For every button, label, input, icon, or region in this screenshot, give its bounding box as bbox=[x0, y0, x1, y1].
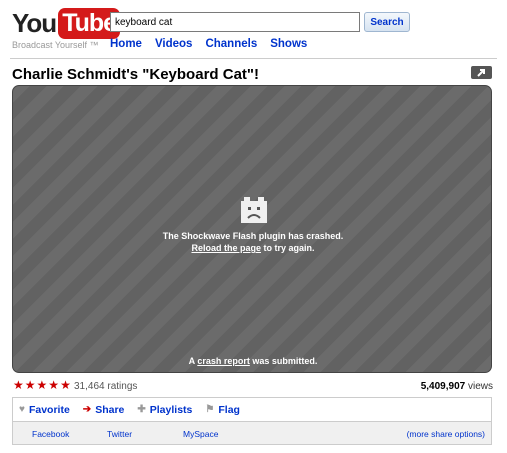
report-suffix: was submitted. bbox=[249, 356, 318, 366]
main-nav: Home Videos Channels Shows bbox=[110, 38, 307, 50]
crash-line-1: The Shockwave Flash plugin has crashed. bbox=[162, 231, 344, 241]
header-divider bbox=[10, 58, 497, 59]
share-options-row: Facebook Twitter MySpace (more share opt… bbox=[12, 421, 492, 445]
crash-message: The Shockwave Flash plugin has crashed. … bbox=[13, 230, 491, 254]
flag-button[interactable]: ⚑ Flag bbox=[205, 404, 240, 416]
sad-plugin-icon bbox=[241, 197, 267, 223]
tagline: Broadcast Yourself ™ bbox=[12, 40, 99, 50]
logo-you-text: You bbox=[12, 7, 57, 38]
star-icon[interactable]: ★ bbox=[25, 379, 36, 391]
star-icon[interactable]: ★ bbox=[37, 379, 48, 391]
views-label: views bbox=[465, 381, 493, 392]
video-title: Charlie Schmidt's "Keyboard Cat"! bbox=[12, 66, 260, 83]
nav-videos[interactable]: Videos bbox=[155, 38, 193, 50]
action-bar: ♥ Favorite ➔ Share ✚ Playlists ⚑ Flag bbox=[12, 397, 492, 421]
star-icon[interactable]: ★ bbox=[60, 379, 71, 391]
more-share-options-link[interactable]: (more share options) bbox=[407, 429, 485, 439]
crash-line-2-rest: to try again. bbox=[261, 243, 315, 253]
share-button[interactable]: ➔ Share bbox=[83, 404, 125, 416]
search-button[interactable]: Search bbox=[364, 12, 410, 32]
reload-link[interactable]: Reload the page bbox=[191, 243, 261, 253]
flag-icon: ⚑ bbox=[205, 404, 215, 415]
popout-icon[interactable] bbox=[471, 66, 492, 79]
ratings-count: 31,464 ratings bbox=[74, 381, 138, 392]
star-icon[interactable]: ★ bbox=[13, 379, 24, 391]
report-prefix: A bbox=[188, 356, 198, 366]
share-facebook-link[interactable]: Facebook bbox=[32, 429, 69, 439]
heart-icon: ♥ bbox=[19, 404, 25, 415]
crash-report-message: A crash report was submitted. bbox=[13, 356, 491, 366]
nav-home[interactable]: Home bbox=[110, 38, 142, 50]
crash-report-link[interactable]: crash report bbox=[197, 356, 250, 366]
share-label: Share bbox=[95, 403, 125, 416]
video-player[interactable]: The Shockwave Flash plugin has crashed. … bbox=[12, 85, 492, 373]
favorite-label: Favorite bbox=[28, 403, 70, 416]
crash-line-2: Reload the page to try again. bbox=[13, 242, 491, 254]
share-myspace-link[interactable]: MySpace bbox=[183, 429, 218, 439]
playlists-button[interactable]: ✚ Playlists bbox=[137, 404, 192, 416]
nav-channels[interactable]: Channels bbox=[205, 38, 257, 50]
star-icon[interactable]: ★ bbox=[48, 379, 59, 391]
search-input[interactable] bbox=[110, 12, 360, 32]
favorite-button[interactable]: ♥ Favorite bbox=[19, 404, 70, 416]
share-twitter-link[interactable]: Twitter bbox=[107, 429, 132, 439]
nav-shows[interactable]: Shows bbox=[270, 38, 307, 50]
youtube-logo[interactable]: You Tube bbox=[12, 6, 121, 40]
arrow-right-icon: ➔ bbox=[82, 404, 92, 415]
views-number: 5,409,907 bbox=[420, 381, 466, 392]
view-count: 5,409,907 views bbox=[421, 381, 493, 392]
flag-label: Flag bbox=[218, 403, 240, 416]
plus-icon: ✚ bbox=[137, 404, 146, 415]
rating-stars[interactable]: ★ ★ ★ ★ ★ bbox=[13, 379, 71, 391]
playlists-label: Playlists bbox=[149, 403, 193, 416]
